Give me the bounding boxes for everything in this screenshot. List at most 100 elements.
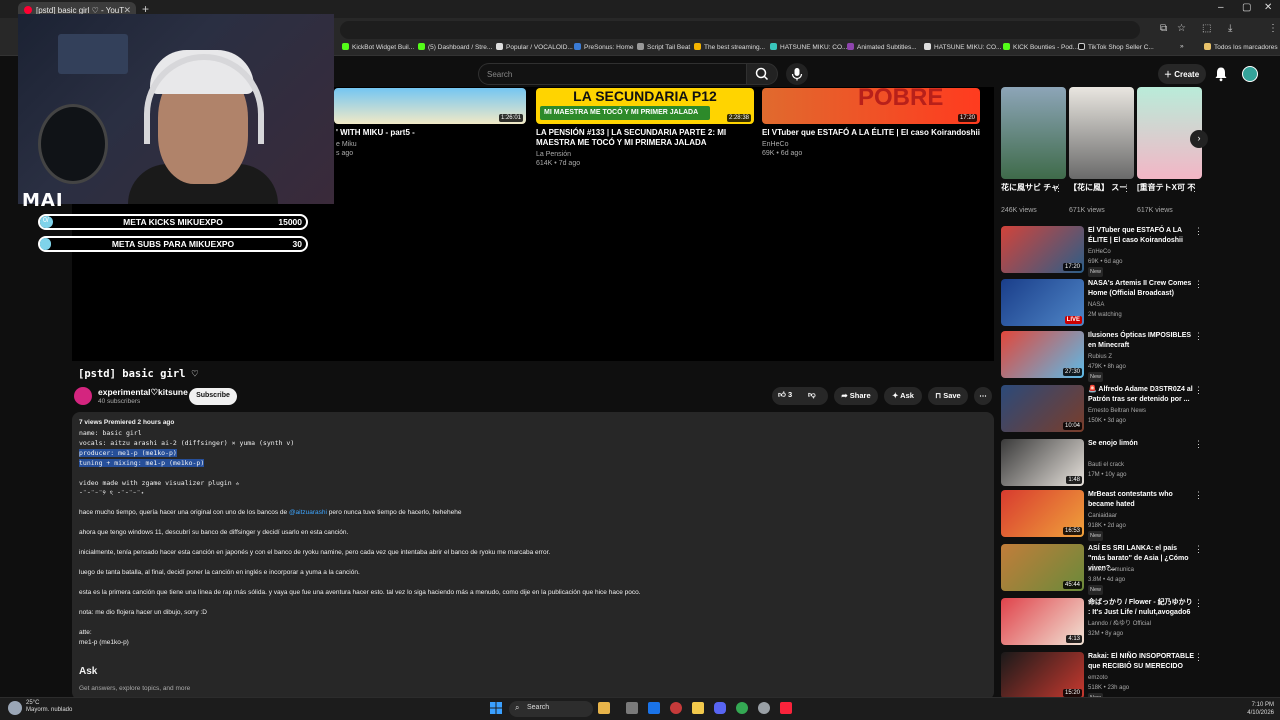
endcard-title[interactable]: ' WITH MIKU - part5 - [336, 128, 415, 138]
bookmark-item[interactable]: KickBot Widget Buil... [342, 43, 414, 51]
bookmark-item[interactable]: TikTok Shop Seller C... [1078, 43, 1154, 51]
endcard-video-1[interactable]: 1:26:01 [334, 88, 526, 124]
related-video-channel[interactable]: Rubius Z [1088, 352, 1112, 362]
search-input[interactable]: Search [478, 63, 746, 85]
all-bookmarks[interactable]: Todos los marcadores [1204, 43, 1278, 51]
discord-icon[interactable] [714, 702, 726, 714]
related-video-menu-icon[interactable]: ⋮ [1194, 385, 1203, 396]
taskbar-clock[interactable]: 7:10 PM 4/10/2026 [1240, 701, 1274, 717]
settings-icon[interactable] [758, 702, 770, 714]
bookmark-item[interactable]: KICK Bounties - Pod... [1003, 43, 1078, 51]
bookmark-item[interactable]: HATSUNE MIKU: CO... [770, 43, 847, 51]
endcard-video-2[interactable]: LA SECUNDARIA P12 MI MAESTRA ME TOCÓ Y M… [536, 88, 754, 124]
bookmark-item[interactable]: PreSonus: Home [574, 43, 634, 51]
related-video-thumbnail[interactable]: 1:48 [1001, 439, 1084, 486]
extensions-icon[interactable]: ⬚ [1202, 23, 1211, 34]
close-window-icon[interactable]: ✕ [1264, 2, 1272, 13]
related-video-title[interactable]: MrBeast contestants who became hated [1088, 490, 1196, 510]
related-video-title[interactable]: El VTuber que ESTAFÓ A LA ÉLITE | El cas… [1088, 226, 1196, 246]
voice-search-button[interactable] [786, 63, 808, 85]
download-icon[interactable]: ⤓ [1228, 23, 1232, 34]
chrome-icon[interactable] [736, 702, 748, 714]
related-video-title[interactable]: Ilusiones Ópticas IMPOSIBLES en Minecraf… [1088, 331, 1196, 351]
file-explorer-icon[interactable] [692, 702, 704, 714]
widgets-icon[interactable] [598, 702, 610, 714]
mention-link[interactable]: @aitzuarashi [289, 509, 327, 516]
related-video-thumbnail[interactable]: 45:44 [1001, 544, 1084, 591]
short-video-2[interactable] [1069, 87, 1134, 179]
bookmark-item[interactable]: (5) Dashboard / Stre... [418, 43, 492, 51]
related-video-menu-icon[interactable]: ⋮ [1194, 652, 1203, 663]
notifications-button[interactable] [1214, 66, 1228, 85]
related-video-menu-icon[interactable]: ⋮ [1194, 279, 1203, 290]
menu-dots-icon[interactable]: ⋮ [1268, 23, 1278, 34]
short-video-1[interactable] [1001, 87, 1066, 179]
related-video-menu-icon[interactable]: ⋮ [1194, 439, 1203, 450]
bookmark-item[interactable]: HATSUNE MIKU: CO... [924, 43, 1001, 51]
shorts-next-button[interactable]: › [1190, 130, 1208, 148]
related-video-menu-icon[interactable]: ⋮ [1194, 544, 1203, 555]
related-video-menu-icon[interactable]: ⋮ [1194, 598, 1203, 609]
related-video-thumbnail[interactable]: 16:53 [1001, 490, 1084, 537]
bookmark-item[interactable]: Popular / VOCALOID... [496, 43, 573, 51]
share-button[interactable]: ➦ Share [834, 387, 878, 405]
music-app-icon[interactable] [780, 702, 792, 714]
related-video-thumbnail[interactable]: 15:20 [1001, 652, 1084, 699]
bookmark-star-icon[interactable]: ☆ [1177, 23, 1186, 34]
short-menu-icon[interactable]: ⋮ [1054, 183, 1063, 194]
related-video-channel[interactable]: Bauti el crack [1088, 460, 1124, 470]
related-video-channel[interactable]: NASA [1088, 300, 1104, 310]
bookmarks-overflow-icon[interactable]: » [1180, 43, 1184, 50]
store-icon[interactable] [648, 702, 660, 714]
description-box[interactable] [72, 412, 994, 700]
short-menu-icon[interactable]: ⋮ [1190, 183, 1199, 194]
related-video-channel[interactable]: Luisito Comunica [1088, 565, 1134, 575]
related-video-title[interactable]: Rakai: El NIÑO INSOPORTABLE que RECIBIÓ … [1088, 652, 1196, 672]
search-button[interactable] [746, 63, 778, 85]
short-title[interactable]: [重音テトX可 不X初音ミ... [1137, 183, 1195, 193]
related-video-title[interactable]: 🚨 Alfredo Adame D3STR0Z4 al Patrón tras … [1088, 385, 1196, 405]
related-video-thumbnail[interactable]: 4:13 [1001, 598, 1084, 645]
related-video-title[interactable]: NASA's Artemis II Crew Comes Home (Offic… [1088, 279, 1196, 299]
bookmark-item[interactable]: Animated Subtitles... [847, 43, 917, 51]
related-video-thumbnail[interactable]: 10:04 [1001, 385, 1084, 432]
related-video-menu-icon[interactable]: ⋮ [1194, 226, 1203, 237]
taskbar-search[interactable]: ⌕ Search [509, 701, 593, 717]
channel-name[interactable]: experimental♡kitsune [98, 387, 188, 398]
windows-start-icon[interactable] [490, 702, 502, 714]
save-button[interactable]: ⊓ Save [928, 387, 968, 405]
weather-widget[interactable]: 25°C Mayorm. nublado [26, 700, 72, 714]
related-video-menu-icon[interactable]: ⋮ [1194, 490, 1203, 501]
short-menu-icon[interactable]: ⋮ [1122, 183, 1131, 194]
related-video-thumbnail[interactable]: 17:20 [1001, 226, 1084, 273]
bookmark-item[interactable]: Script Tail Beat [637, 43, 690, 51]
short-title[interactable]: 【花に風】 スーツでバ... [1069, 183, 1127, 193]
short-title[interactable]: 花に風サビ チャレンジ... [1001, 183, 1059, 193]
subscribe-button[interactable]: Subscribe [189, 388, 237, 405]
related-video-channel[interactable]: emzoto [1088, 673, 1108, 683]
more-actions-button[interactable]: ⋯ [974, 387, 992, 405]
minimize-icon[interactable]: – [1218, 2, 1224, 13]
task-view-icon[interactable] [626, 702, 638, 714]
like-button[interactable]: 👍︎ 3 [778, 390, 792, 400]
endcard-title[interactable]: El VTuber que ESTAFÓ A LA ÉLITE | El cas… [762, 128, 982, 138]
channel-avatar[interactable] [74, 387, 92, 405]
related-video-thumbnail[interactable]: LIVE [1001, 279, 1084, 326]
related-video-title[interactable]: 命ばっかり / Flower - 紀乃ゆかり : It's Just Life … [1088, 598, 1196, 618]
maximize-icon[interactable]: ▢ [1242, 2, 1251, 13]
related-video-title[interactable]: Se enojo limón [1088, 439, 1196, 449]
bookmark-item[interactable]: The best streaming... [694, 43, 765, 51]
related-video-channel[interactable]: Lanndo / ぬゆり Official [1088, 619, 1151, 629]
create-button[interactable]: ＋ Create [1158, 64, 1206, 84]
related-video-channel[interactable]: Ernesto Beltran News [1088, 406, 1146, 416]
related-video-channel[interactable]: EnHeCo [1088, 247, 1111, 257]
url-field[interactable] [340, 21, 1140, 39]
opera-icon[interactable] [670, 702, 682, 714]
ask-button[interactable]: ✦ Ask [884, 387, 922, 405]
related-video-channel[interactable]: Caniaidaar [1088, 511, 1117, 521]
related-video-menu-icon[interactable]: ⋮ [1194, 331, 1203, 342]
related-video-thumbnail[interactable]: 27:30 [1001, 331, 1084, 378]
account-avatar[interactable] [1242, 66, 1258, 82]
endcard-video-3[interactable]: POBRE 17:20 [762, 88, 980, 124]
cast-icon[interactable]: ⧉ [1160, 23, 1167, 34]
